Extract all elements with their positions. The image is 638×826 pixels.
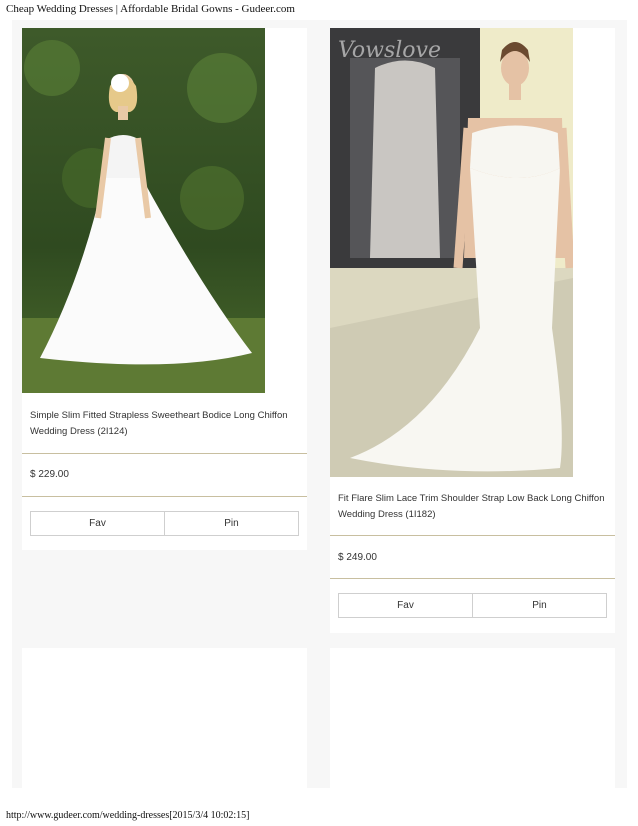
divider — [330, 578, 615, 579]
product-price: $ 249.00 — [338, 552, 377, 563]
divider — [22, 496, 307, 497]
product-title[interactable]: Simple Slim Fitted Strapless Sweetheart … — [30, 408, 300, 440]
product-price: $ 229.00 — [30, 469, 69, 480]
pin-button[interactable]: Pin — [164, 512, 298, 535]
watermark-text: Vowslove — [338, 38, 441, 63]
product-card-placeholder — [22, 648, 307, 788]
product-title[interactable]: Fit Flare Slim Lace Trim Shoulder Strap … — [338, 491, 608, 523]
pin-button[interactable]: Pin — [472, 594, 606, 617]
product-card-placeholder — [330, 648, 615, 788]
fav-button[interactable]: Fav — [31, 512, 164, 535]
page-footer: http://www.gudeer.com/wedding-dresses[20… — [6, 810, 250, 821]
product-card: Simple Slim Fitted Strapless Sweetheart … — [22, 28, 307, 550]
page-header: Cheap Wedding Dresses | Affordable Brida… — [6, 3, 295, 15]
action-buttons: Fav Pin — [338, 593, 607, 618]
product-photo[interactable]: Vowslove — [330, 28, 573, 477]
divider — [330, 535, 615, 536]
product-card: Vowslove Fit Flare Slim Lace Trim Should… — [330, 28, 615, 633]
fav-button[interactable]: Fav — [339, 594, 472, 617]
action-buttons: Fav Pin — [30, 511, 299, 536]
product-photo[interactable] — [22, 28, 265, 393]
divider — [22, 453, 307, 454]
